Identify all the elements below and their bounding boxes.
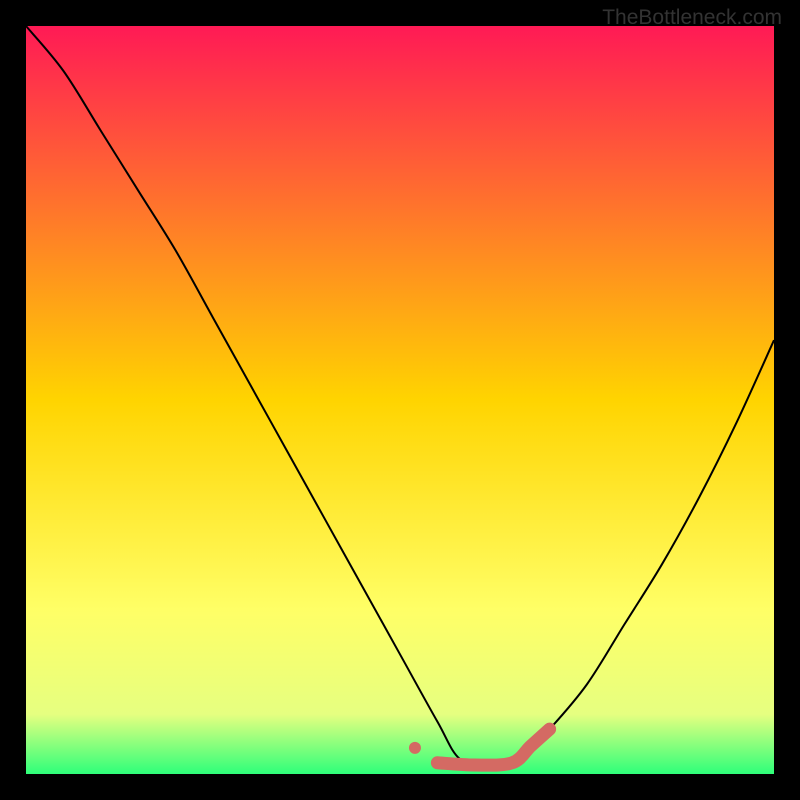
optimal-dot: [409, 742, 421, 754]
gradient-background: [26, 26, 774, 774]
plot-area: [26, 26, 774, 774]
bottleneck-chart: [26, 26, 774, 774]
chart-container: TheBottleneck.com: [0, 0, 800, 800]
